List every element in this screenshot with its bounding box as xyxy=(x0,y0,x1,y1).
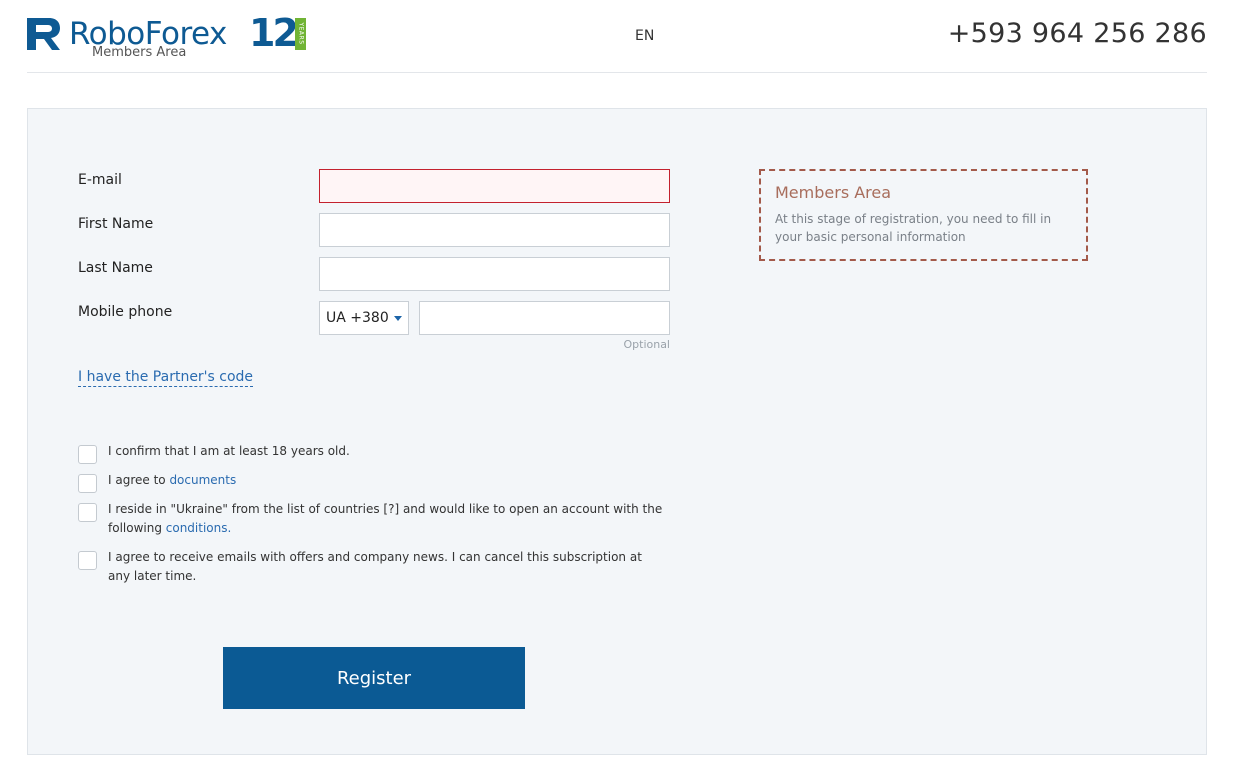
residence-text-end: . xyxy=(227,521,232,535)
phone-number[interactable]: +593 964 256 286 xyxy=(948,18,1207,49)
documents-agree-checkbox[interactable] xyxy=(78,474,97,493)
registration-panel: E-mail First Name Last Name Mobile phone… xyxy=(27,108,1207,755)
countries-list-link[interactable]: [?] xyxy=(383,502,399,516)
country-code-value: UA +380 xyxy=(326,310,389,326)
info-box: Members Area At this stage of registrati… xyxy=(759,169,1088,261)
logo-years-number: 12 xyxy=(249,11,299,55)
chevron-down-icon xyxy=(394,316,402,321)
residence-confirm-checkbox[interactable] xyxy=(78,503,97,522)
optional-hint: Optional xyxy=(623,338,670,351)
age-confirm-text: I confirm that I am at least 18 years ol… xyxy=(108,444,350,458)
mobile-phone-label: Mobile phone xyxy=(78,304,173,320)
conditions-link[interactable]: conditions xyxy=(166,521,228,535)
logo-years-label: YEARS xyxy=(297,22,305,45)
info-box-title: Members Area xyxy=(775,183,892,202)
email-label: E-mail xyxy=(78,172,122,188)
residence-text-before: I reside in "Ukraine" from the list of c… xyxy=(108,502,384,516)
country-code-select[interactable]: UA +380 xyxy=(319,301,409,335)
newsletter-agree-text: I agree to receive emails with offers an… xyxy=(108,550,642,583)
language-selector[interactable]: EN xyxy=(635,28,654,44)
roboforex-logo-icon xyxy=(27,18,60,50)
mobile-phone-field[interactable] xyxy=(419,301,670,335)
last-name-label: Last Name xyxy=(78,260,153,276)
partner-code-link[interactable]: I have the Partner's code xyxy=(78,368,254,387)
last-name-field[interactable] xyxy=(319,257,670,291)
info-box-text: At this stage of registration, you need … xyxy=(775,212,1052,244)
header: RoboForex 12 YEARS Members Area EN +593 … xyxy=(27,0,1207,73)
documents-link[interactable]: documents xyxy=(169,473,236,487)
logo-years-tag: YEARS xyxy=(295,18,306,50)
documents-agree-label: I agree to xyxy=(108,473,170,487)
first-name-field[interactable] xyxy=(319,213,670,247)
documents-agree-text: I agree to documents xyxy=(108,471,663,490)
age-confirm-checkbox[interactable] xyxy=(78,445,97,464)
email-field[interactable] xyxy=(319,169,670,203)
roboforex-logo[interactable]: RoboForex 12 YEARS Members Area xyxy=(27,11,317,64)
logo-subtitle: Members Area xyxy=(92,45,187,60)
residence-confirm-text: I reside in "Ukraine" from the list of c… xyxy=(108,500,663,538)
register-button[interactable]: Register xyxy=(223,647,525,709)
newsletter-agree-checkbox[interactable] xyxy=(78,551,97,570)
first-name-label: First Name xyxy=(78,216,154,232)
